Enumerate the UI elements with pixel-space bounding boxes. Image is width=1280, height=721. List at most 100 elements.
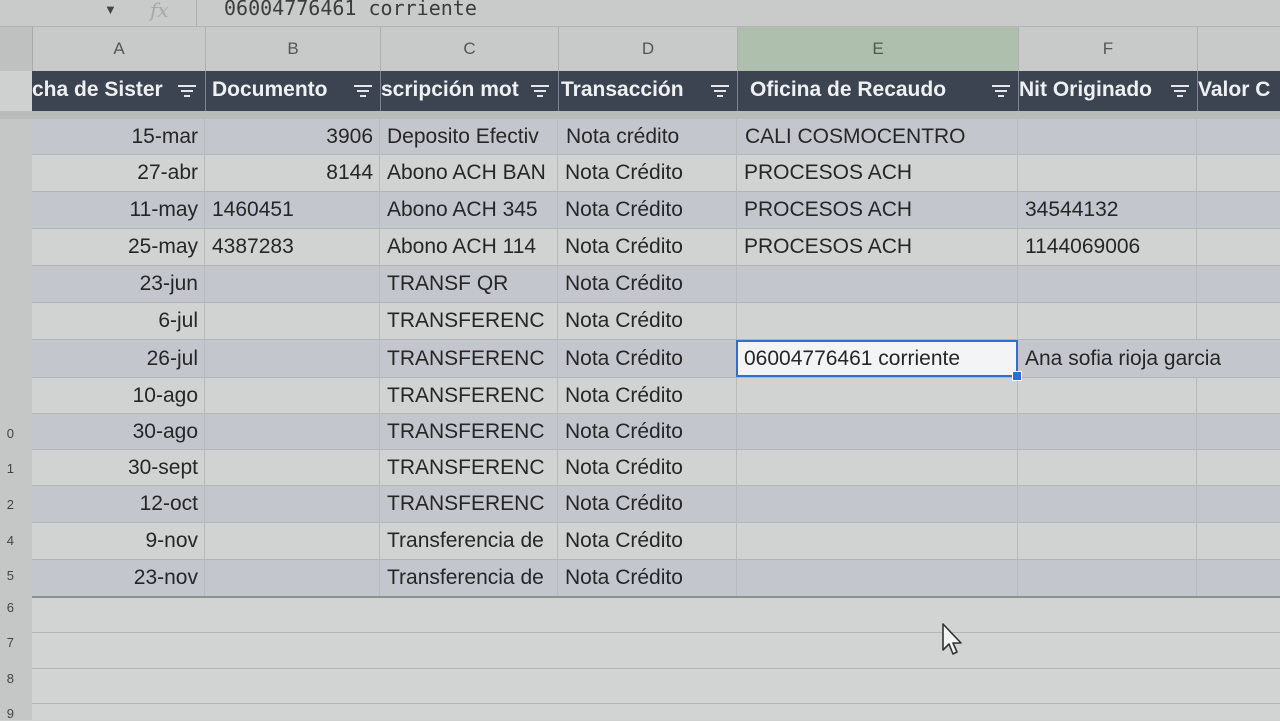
cell-nit[interactable] [1019, 523, 1197, 559]
header-cell-oficina[interactable]: Oficina de Recaudo [738, 71, 1019, 111]
cell-descripcion[interactable]: TRANSFERENC [381, 486, 558, 522]
table-row[interactable]: 25-may 4387283 Abono ACH 114 Nota Crédit… [32, 229, 1280, 266]
cell-nit[interactable]: Ana sofia rioja garcia [1019, 340, 1280, 377]
cell-documento[interactable] [206, 340, 380, 377]
cell-documento[interactable] [206, 560, 380, 596]
cell-fecha[interactable]: 27-abr [32, 155, 205, 191]
table-row[interactable]: 12-oct TRANSFERENC Nota Crédito [32, 486, 1280, 523]
cell-fecha[interactable]: 30-ago [32, 414, 205, 449]
cell-descripcion[interactable]: Abono ACH 114 [381, 229, 558, 265]
select-all-corner[interactable] [0, 27, 33, 71]
column-header-d[interactable]: D [559, 27, 738, 71]
active-cell[interactable]: 06004776461 corriente [736, 340, 1018, 377]
cell-oficina[interactable] [738, 450, 1018, 485]
cell-oficina[interactable] [738, 303, 1018, 339]
cell-documento[interactable] [206, 266, 380, 302]
cell-documento[interactable] [206, 414, 380, 449]
cell-oficina[interactable]: PROCESOS ACH [738, 229, 1018, 265]
table-row[interactable]: 23-nov Transferencia de Nota Crédito [32, 560, 1280, 598]
row-number[interactable]: 1 [0, 461, 14, 476]
filter-icon[interactable] [178, 85, 196, 97]
empty-row[interactable] [32, 669, 1280, 704]
filter-icon[interactable] [531, 85, 549, 97]
header-cell-descripcion[interactable]: scripción mot [381, 71, 559, 111]
cell-nit[interactable]: 1144069006 [1019, 229, 1197, 265]
filter-icon[interactable] [354, 85, 372, 97]
row-number[interactable]: 4 [0, 533, 14, 548]
cell-fecha[interactable]: 12-oct [32, 486, 205, 522]
cell-descripcion[interactable]: TRANSF QR [381, 266, 558, 302]
cell-fecha[interactable]: 23-nov [32, 560, 205, 596]
table-row[interactable]: 23-jun TRANSF QR Nota Crédito [32, 266, 1280, 303]
dropdown-caret-icon[interactable]: ▼ [104, 2, 117, 17]
cell-fecha[interactable]: 11-may [32, 192, 205, 228]
cell-nit[interactable] [1019, 486, 1197, 522]
table-row[interactable]: 6-jul TRANSFERENC Nota Crédito [32, 303, 1280, 340]
cell-nit[interactable] [1019, 560, 1197, 596]
cell-fecha[interactable]: 25-may [32, 229, 205, 265]
empty-row[interactable] [32, 598, 1280, 633]
cell-transaccion[interactable]: Nota Crédito [559, 340, 737, 377]
row-number[interactable]: 5 [0, 568, 14, 583]
cell-transaccion[interactable]: Nota Crédito [559, 486, 737, 522]
row-number[interactable]: 9 [0, 706, 14, 721]
cell-transaccion[interactable]: Nota Crédito [559, 303, 737, 339]
cell-fecha[interactable]: 23-jun [32, 266, 205, 302]
cell-nit[interactable]: 34544132 [1019, 192, 1197, 228]
cell-fecha[interactable]: 15-mar [32, 119, 205, 154]
cell-transaccion[interactable]: Nota Crédito [559, 414, 737, 449]
cell-transaccion[interactable]: Nota Crédito [559, 229, 737, 265]
cell-descripcion[interactable]: TRANSFERENC [381, 450, 558, 485]
cell-transaccion[interactable]: Nota Crédito [559, 523, 737, 559]
empty-row[interactable] [32, 633, 1280, 669]
cell-descripcion[interactable]: Deposito Efectiv [381, 119, 558, 154]
cell-nit[interactable] [1019, 119, 1197, 154]
cell-documento[interactable] [206, 303, 380, 339]
row-number[interactable]: 7 [0, 635, 14, 650]
cell-nit[interactable] [1019, 378, 1197, 413]
cell-oficina[interactable] [738, 523, 1018, 559]
column-header-b[interactable]: B [206, 27, 381, 71]
column-header-g[interactable] [1198, 27, 1280, 71]
cell-documento[interactable]: 4387283 [206, 229, 380, 265]
column-header-e[interactable]: E [738, 27, 1019, 71]
column-header-f[interactable]: F [1019, 27, 1198, 71]
cell-oficina[interactable] [738, 414, 1018, 449]
cell-oficina[interactable] [738, 486, 1018, 522]
table-row[interactable]: 30-ago TRANSFERENC Nota Crédito [32, 414, 1280, 450]
cell-descripcion[interactable]: TRANSFERENC [381, 340, 558, 377]
cell-oficina[interactable] [738, 378, 1018, 413]
header-cell-valor[interactable]: Valor C [1198, 71, 1280, 111]
cell-oficina[interactable]: PROCESOS ACH [738, 155, 1018, 191]
row-number[interactable]: 0 [0, 426, 14, 441]
cell-oficina[interactable] [738, 560, 1018, 596]
row-number[interactable]: 2 [0, 497, 14, 512]
cell-descripcion[interactable]: TRANSFERENC [381, 303, 558, 339]
cell-documento[interactable] [206, 523, 380, 559]
table-row[interactable]: 15-mar 3906 Deposito Efectiv Nota crédit… [32, 119, 1280, 155]
cell-documento[interactable]: 8144 [206, 155, 380, 191]
cell-transaccion[interactable]: Nota Crédito [559, 192, 737, 228]
cell-fecha[interactable]: 26-jul [32, 340, 205, 377]
cell-descripcion[interactable]: Transferencia de [381, 560, 558, 596]
cell-documento[interactable]: 1460451 [206, 192, 380, 228]
cell-transaccion[interactable]: Nota Crédito [559, 155, 737, 191]
table-row[interactable]: 10-ago TRANSFERENC Nota Crédito [32, 378, 1280, 414]
cell-transaccion[interactable]: Nota Crédito [559, 378, 737, 413]
header-cell-transaccion[interactable]: Transacción [559, 71, 738, 111]
cell-fecha[interactable]: 10-ago [32, 378, 205, 413]
cell-transaccion[interactable]: Nota Crédito [559, 560, 737, 596]
cell-transaccion[interactable]: Nota Crédito [559, 450, 737, 485]
cell-nit[interactable] [1019, 450, 1197, 485]
column-header-c[interactable]: C [381, 27, 559, 71]
fill-handle[interactable] [1012, 371, 1022, 381]
cell-documento[interactable] [206, 450, 380, 485]
cell-transaccion[interactable]: Nota Crédito [559, 266, 737, 302]
cell-oficina[interactable]: PROCESOS ACH [738, 192, 1018, 228]
cell-nit[interactable] [1019, 414, 1197, 449]
cell-documento[interactable]: 3906 [206, 119, 380, 154]
filter-icon[interactable] [992, 85, 1010, 97]
table-row[interactable]: 26-jul TRANSFERENC Nota Crédito Ana sofi… [32, 340, 1280, 378]
row-number[interactable]: 6 [0, 600, 14, 615]
table-row[interactable]: 30-sept TRANSFERENC Nota Crédito [32, 450, 1280, 486]
